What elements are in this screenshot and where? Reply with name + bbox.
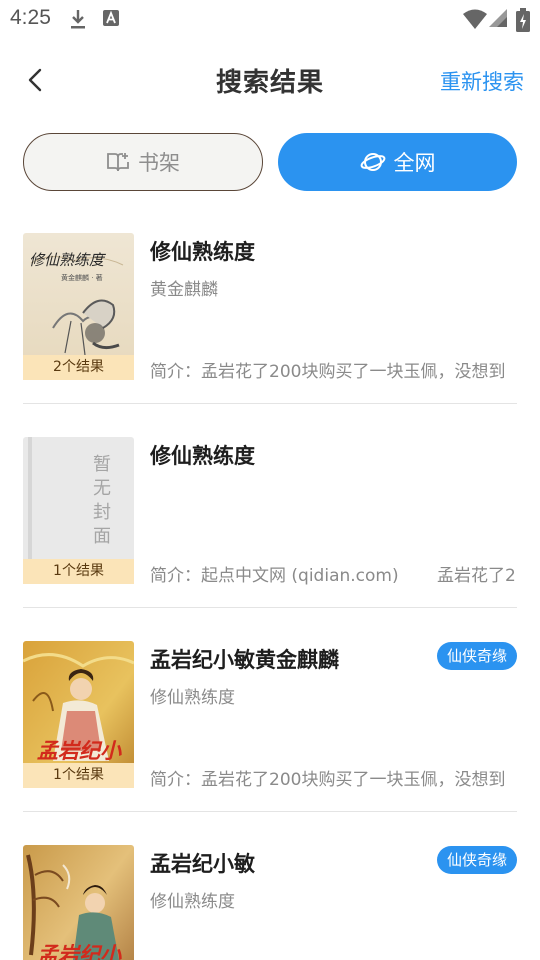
cover-title: 孟岩纪小 (37, 738, 121, 763)
result-item[interactable]: 修仙熟练度 黄金麒麟 · 著 2个结果 修仙熟练度 黄金麒麟 简介：孟岩花了20… (23, 233, 517, 423)
book-title: 孟岩纪小敏 (150, 852, 255, 876)
divider (23, 811, 517, 812)
scope-shelf-button[interactable]: 书架 (23, 133, 263, 191)
battery-charging-icon (516, 8, 530, 32)
scope-web-label: 全网 (393, 151, 436, 175)
result-item[interactable]: 孟岩纪小 1个结果 孟岩纪小敏黄金麒麟 仙侠奇缘 修仙熟练度 简介：孟岩花了20… (23, 641, 517, 831)
status-bar: 4:25 (0, 0, 540, 38)
result-count-badge: 2个结果 (23, 355, 134, 380)
book-title: 孟岩纪小敏黄金麒麟 (150, 648, 339, 672)
book-author: 修仙熟练度 (150, 892, 235, 912)
cover-spine (28, 437, 32, 559)
book-intro: 简介：孟岩花了200块购买了一块玉佩，没想到 (150, 362, 506, 382)
book-title: 修仙熟练度 (150, 444, 255, 468)
result-count-badge: 1个结果 (23, 559, 134, 584)
scope-shelf-label: 书架 (138, 151, 180, 175)
signal-icon (489, 9, 507, 27)
keyboard-a-icon (103, 10, 119, 26)
book-intro-extra: 孟岩花了2 (437, 566, 516, 586)
book-title: 修仙熟练度 (150, 240, 255, 264)
download-icon (71, 10, 85, 29)
result-item[interactable]: 孟岩纪小 孟岩纪小敏 仙侠奇缘 修仙熟练度 (23, 845, 517, 960)
genre-tag: 仙侠奇缘 (436, 642, 517, 670)
book-author: 黄金麒麟 (150, 280, 218, 300)
cover-title: 孟岩纪小 (37, 942, 121, 960)
wifi-icon (463, 9, 487, 29)
book-author: 修仙熟练度 (150, 688, 235, 708)
result-item[interactable]: 暂无封面 1个结果 修仙熟练度 简介：起点中文网 (qidian.com) 孟岩… (23, 437, 517, 627)
scope-web-button[interactable]: 全网 (278, 133, 517, 191)
result-count-badge: 1个结果 (23, 763, 134, 788)
header: 搜索结果 重新搜索 (0, 54, 540, 106)
divider (23, 607, 517, 608)
genre-tag: 仙侠奇缘 (436, 846, 517, 874)
status-time: 4:25 (10, 6, 51, 29)
book-intro: 简介：孟岩花了200块购买了一块玉佩，没想到 (150, 770, 506, 790)
book-intro: 简介：起点中文网 (qidian.com) (150, 566, 399, 586)
planet-icon (360, 153, 385, 171)
cover-title: 修仙熟练度 (29, 251, 105, 269)
cover-caption: 黄金麒麟 · 著 (61, 274, 103, 282)
no-cover-text: 暂无封面 (93, 454, 111, 547)
divider (23, 403, 517, 404)
bookshelf-add-icon (107, 153, 129, 172)
research-button[interactable]: 重新搜索 (440, 66, 524, 96)
